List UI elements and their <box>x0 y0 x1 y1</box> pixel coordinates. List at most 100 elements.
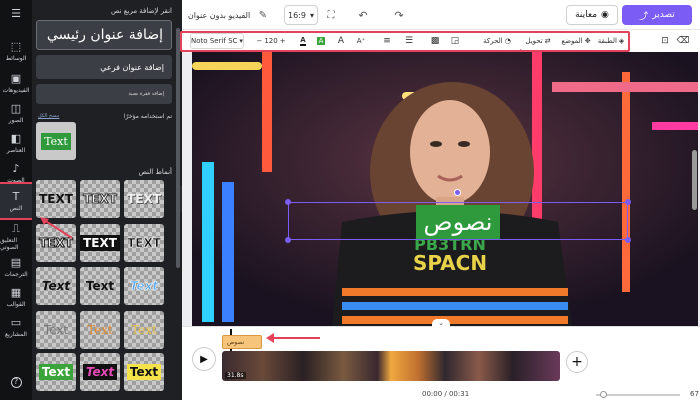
add-clip-button[interactable]: + <box>566 351 588 373</box>
opacity-button[interactable]: ▩ <box>428 33 442 49</box>
text-clip[interactable]: نصوص <box>222 335 262 349</box>
rail-item-voiceover[interactable]: ⎍ التعليق الصوتي <box>0 220 32 254</box>
text-style-tile[interactable]: TEXT <box>36 180 76 218</box>
add-body-text-button[interactable]: إضافة فقرة نصية <box>36 84 172 104</box>
text-style-tile[interactable]: Text <box>80 353 120 391</box>
text-style-tile[interactable]: Text <box>124 311 164 349</box>
text-style-tile[interactable]: TEXT <box>124 180 164 218</box>
text-effects-icon: A <box>337 36 345 46</box>
layer-button[interactable]: الطبقة ◈ <box>594 33 628 49</box>
plus-icon[interactable]: + <box>280 37 286 45</box>
preview-button[interactable]: معاينة ◉ <box>566 5 618 25</box>
video-frame-image: SPACN PB3TRN <box>192 52 698 326</box>
resize-handle[interactable] <box>285 199 291 205</box>
animation-icon: ◔ <box>504 37 511 45</box>
minus-icon[interactable]: − <box>256 37 262 45</box>
font-size-stepper[interactable]: −120 + <box>250 33 292 49</box>
rail-item-subtitles[interactable]: ▤ الترجمات <box>0 250 32 284</box>
plus-icon: + <box>571 354 583 370</box>
highlight-color-button[interactable]: A <box>314 33 328 49</box>
play-button[interactable]: ▶ <box>192 347 216 371</box>
rail-item-videos[interactable]: ▣ الفيديوهات <box>0 66 32 100</box>
rotate-handle[interactable] <box>454 189 461 196</box>
expand-icon: ⛶ <box>327 9 335 21</box>
panel-scrollbar[interactable] <box>176 28 180 268</box>
video-icon: ▣ <box>10 71 22 85</box>
font-family-select[interactable]: Noto Serif SC ▾ <box>190 33 244 49</box>
text-style-tile[interactable]: Text <box>80 267 120 305</box>
timeline-toggle[interactable]: ⌄ <box>432 319 450 329</box>
text-style-tile[interactable]: TEXT <box>80 224 120 262</box>
time-display: 00:00 / 00:31 <box>422 390 470 398</box>
text-color-button[interactable]: A <box>296 33 310 49</box>
export-icon: ⤴ <box>639 11 649 22</box>
arrange-button[interactable]: ◲ <box>448 33 462 49</box>
align-center-icon: ≡ <box>383 36 391 46</box>
video-clip[interactable]: 31.8s <box>222 351 560 381</box>
redo-button[interactable]: ↷ <box>392 5 406 25</box>
rail-item-templates[interactable]: ▦ القوالب <box>0 280 32 314</box>
resize-handle[interactable] <box>625 199 631 205</box>
text-overlay[interactable]: نصوص <box>416 205 500 239</box>
voiceover-icon: ⎍ <box>12 222 20 235</box>
text-style-tile[interactable]: Text <box>36 353 76 391</box>
text-style-tile[interactable]: Text <box>36 311 76 349</box>
zoom-slider-thumb[interactable] <box>600 391 607 398</box>
text-style-tile[interactable]: Text <box>36 267 76 305</box>
text-style-tile[interactable]: TEXT <box>124 224 164 262</box>
edit-title-button[interactable]: ✎ <box>256 5 270 25</box>
undo-button[interactable]: ↶ <box>356 5 370 25</box>
project-title[interactable]: الفيديو بدون عنوان <box>186 5 252 25</box>
add-heading-button[interactable]: إضافة عنوان رئيسي <box>36 20 172 50</box>
canvas-scrollbar[interactable] <box>692 150 697 210</box>
top-header: ⤴ تصدير معاينة ◉ ↷ ↶ ⛶ 16:9 ▾ ✎ الفيديو بدو… <box>182 0 700 30</box>
zoom-slider[interactable] <box>596 394 680 396</box>
text-style-tile[interactable]: TEXT <box>80 180 120 218</box>
opacity-icon: ▩ <box>430 36 440 46</box>
spacing-button[interactable]: ☰ <box>402 33 416 49</box>
play-circle-icon: ◉ <box>601 10 609 20</box>
align-button[interactable]: ≡ <box>380 33 394 49</box>
delete-button[interactable]: ⌫ <box>676 33 690 49</box>
layers-icon: ◈ <box>618 37 625 45</box>
subtitles-icon: ▤ <box>10 255 22 269</box>
clip-duration: 31.8s <box>225 372 246 379</box>
text-style-tile[interactable]: Text <box>124 267 164 305</box>
rail-item-elements[interactable]: ◧ العناصر <box>0 126 32 160</box>
lock-icon: ⊡ <box>661 36 669 46</box>
text-style-tile[interactable]: Text <box>80 311 120 349</box>
recent-text-style[interactable]: Text <box>36 122 76 160</box>
text-effects-button[interactable]: A <box>334 33 348 49</box>
fullscreen-button[interactable]: ⛶ <box>324 5 338 25</box>
rail-item-text[interactable]: T النص <box>0 182 34 220</box>
help-icon: ? <box>10 376 22 388</box>
chevron-down-icon: ▾ <box>239 37 243 45</box>
timeline: ⌄ نصوص ▶ 31.8s + 00:00 / 00:31 67 <box>182 319 700 400</box>
play-icon: ▶ <box>200 353 208 365</box>
menu-icon[interactable]: ☰ <box>0 2 32 28</box>
animation-button[interactable]: الحركة ◔ <box>476 33 518 49</box>
rail-item-images[interactable]: ◫ الصور <box>0 96 32 130</box>
text-style-tile[interactable]: Text <box>124 353 164 391</box>
icon-rail: ☰ ⬚ الوسائط ▣ الفيديوهات ◫ الصور ◧ العناصر ♪… <box>0 0 34 400</box>
music-icon: ♪ <box>12 161 20 175</box>
zoom-level: 67 <box>690 390 699 398</box>
export-button[interactable]: ⤴ تصدير <box>622 5 692 25</box>
text-style-button[interactable]: A⁺ <box>354 33 368 49</box>
text-icon: T <box>12 189 20 203</box>
add-subheading-button[interactable]: إضافة عنوان فرعي <box>36 55 172 79</box>
resize-handle[interactable] <box>625 237 631 243</box>
panel-hint: انقر لإضافة مربع نص <box>111 7 172 15</box>
pencil-icon: ✎ <box>258 9 268 21</box>
rail-item-media[interactable]: ⬚ الوسائط <box>0 34 32 68</box>
help-button[interactable]: ? <box>0 370 32 396</box>
rail-item-projects[interactable]: ▭ المشاريع <box>0 310 32 344</box>
aspect-ratio-select[interactable]: 16:9 ▾ <box>284 5 318 25</box>
templates-icon: ▦ <box>10 285 22 299</box>
lock-button[interactable]: ⊡ <box>658 33 672 49</box>
position-button[interactable]: الموضع ✥ <box>560 33 592 49</box>
video-preview[interactable]: SPACN PB3TRN <box>192 52 698 326</box>
resize-handle[interactable] <box>285 237 291 243</box>
elements-icon: ◧ <box>10 131 22 145</box>
clear-all-link[interactable]: مسح الكل <box>38 113 59 119</box>
